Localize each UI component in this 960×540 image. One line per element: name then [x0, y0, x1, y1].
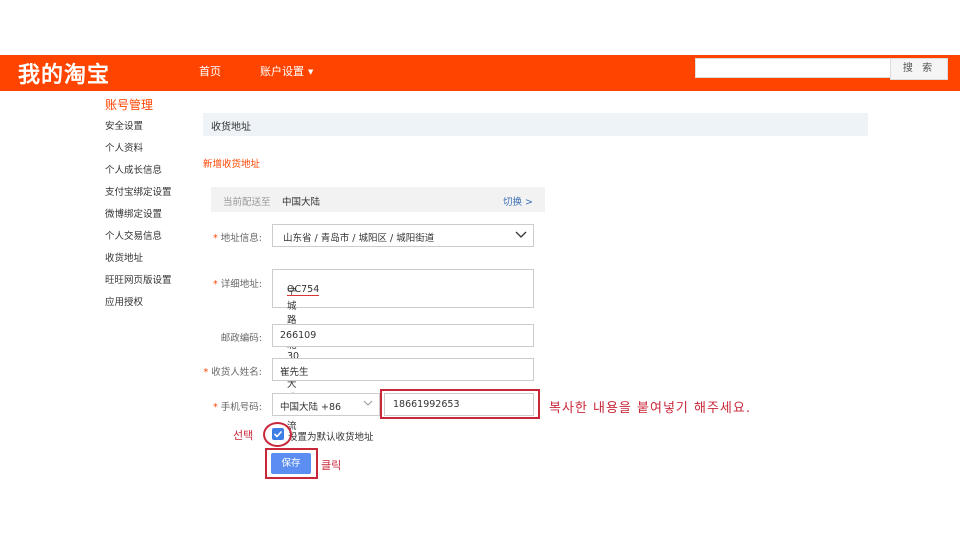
region-switch-link[interactable]: 切换 > — [503, 194, 533, 208]
sidebar-item-wangwang[interactable]: 旺旺网页版设置 — [105, 274, 172, 296]
nav-account-settings-label: 账户设置 — [260, 65, 304, 78]
new-address-link[interactable]: 新增收货地址 — [203, 156, 260, 170]
chevron-down-icon — [515, 231, 527, 238]
recipient-name-label: * 收货人姓名: — [203, 367, 262, 378]
phone-label: * 手机号码: — [213, 402, 262, 413]
address-region-value: 山东省 / 青岛市 / 城阳区 / 城阳街道 — [283, 233, 435, 244]
postal-code-value: 266109 — [280, 330, 317, 341]
click-annotation: 클릭 — [321, 459, 342, 472]
chevron-down-icon — [363, 400, 373, 406]
detail-address-label: * 详细地址: — [213, 279, 262, 290]
top-navigation-bar: 我的淘宝 首页 账户设置 ▼ 搜 索 — [0, 55, 960, 91]
region-value: 中国大陆 — [282, 197, 321, 208]
address-label: * 地址信息: — [213, 233, 262, 244]
postal-code-input[interactable]: 266109 — [272, 324, 534, 347]
postal-code-label: 邮政编码: — [220, 333, 262, 344]
nav-account-settings-menu[interactable]: 账户设置 ▼ — [260, 63, 313, 79]
taobao-logo[interactable]: 我的淘宝 — [18, 57, 110, 89]
sidebar-menu: 安全设置 个人资料 个人成长信息 支付宝绑定设置 微博绑定设置 个人交易信息 收… — [105, 120, 172, 318]
section-title: 收货地址 — [211, 122, 251, 133]
recipient-name-value: 崔先生 — [280, 367, 309, 378]
sidebar-item-shipping-address[interactable]: 收货地址 — [105, 252, 172, 274]
save-highlight-box — [265, 448, 318, 479]
select-annotation: 선택 — [233, 429, 254, 442]
sidebar-item-security[interactable]: 安全设置 — [105, 120, 172, 142]
sidebar-title: 账号管理 — [105, 98, 154, 112]
caret-down-icon: ▼ — [308, 68, 314, 76]
sidebar-item-growth[interactable]: 个人成长信息 — [105, 164, 172, 186]
default-address-label[interactable]: 设置为默认收货地址 — [288, 429, 374, 443]
nav-home-link[interactable]: 首页 — [199, 63, 221, 79]
detail-address-textarea[interactable]: 宁城路88北30米 大成物流 OC754 — [272, 269, 534, 432]
sidebar-item-trade-info[interactable]: 个人交易信息 — [105, 230, 172, 252]
country-code-select[interactable]: 中国大陆 +86 — [272, 393, 380, 416]
sidebar-item-alipay[interactable]: 支付宝绑定设置 — [105, 186, 172, 208]
sidebar-item-app-auth[interactable]: 应用授权 — [105, 296, 172, 318]
paste-annotation: 복사한 내용을 붙여넣기 해주세요. — [549, 401, 751, 416]
delivery-region-bar: 当前配送至 中国大陆 切换 > — [211, 187, 545, 212]
checkbox-highlight-circle — [263, 422, 292, 447]
search-button[interactable]: 搜 索 — [890, 58, 948, 80]
phone-highlight-box — [380, 389, 540, 419]
sidebar-item-profile[interactable]: 个人资料 — [105, 142, 172, 164]
region-label: 当前配送至 — [223, 197, 271, 208]
address-region-select[interactable]: 山东省 / 青岛市 / 城阳区 / 城阳街道 — [272, 224, 534, 247]
search-input[interactable] — [695, 58, 891, 78]
recipient-name-input[interactable]: 崔先生 — [272, 358, 534, 381]
sidebar-item-weibo[interactable]: 微博绑定设置 — [105, 208, 172, 230]
section-header: 收货地址 — [203, 113, 868, 136]
country-code-value: 中国大陆 +86 — [280, 402, 342, 413]
